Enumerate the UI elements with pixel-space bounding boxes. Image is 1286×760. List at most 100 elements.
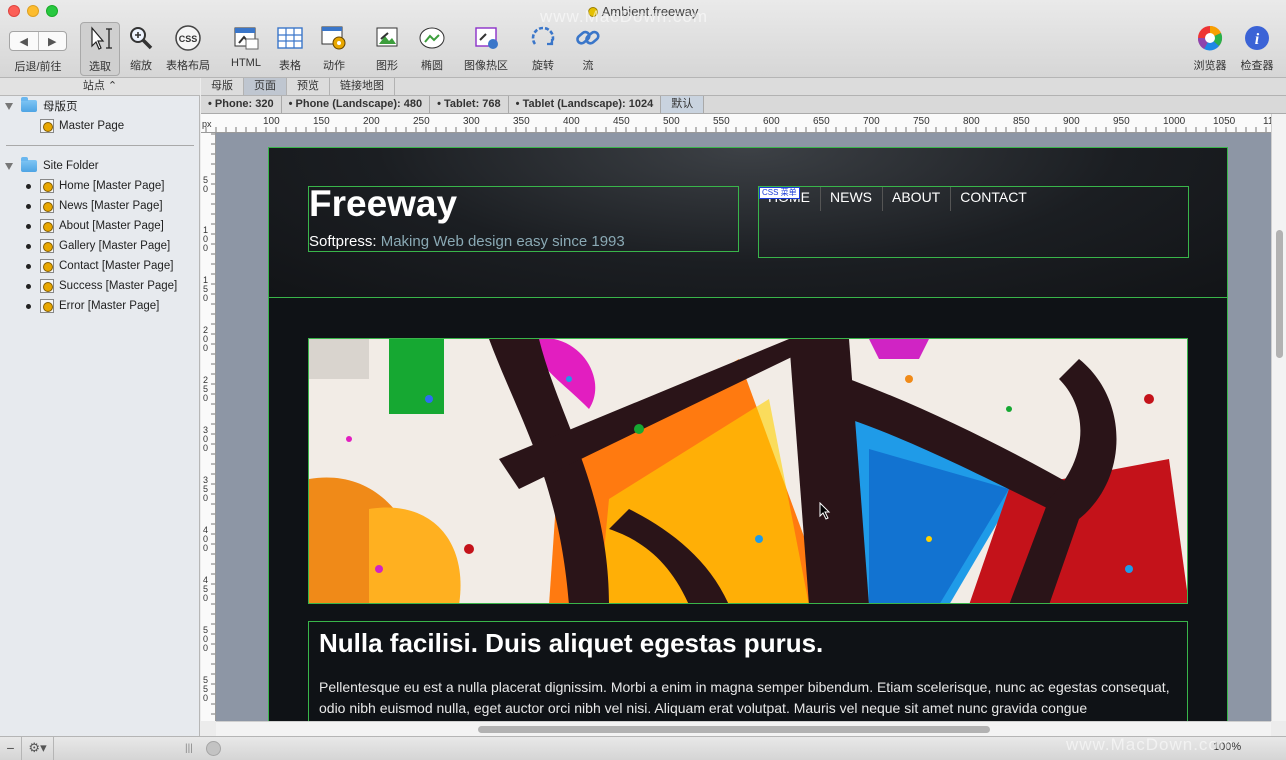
vertical-scroll-thumb[interactable] [1276,230,1283,358]
nav-news[interactable]: NEWS [821,187,883,211]
hero-image[interactable] [308,338,1188,604]
brand-tagline: Softpress: Making Web design easy since … [309,233,625,250]
disclosure-triangle-icon[interactable] [5,162,13,170]
breakpoint-phone[interactable]: • Phone: 320 [201,96,282,113]
arrow-cursor-icon [91,26,112,50]
tree-page-contact[interactable]: Contact [Master Page] [26,256,173,276]
page-icon [40,279,54,293]
gear-icon: ⚙ [28,740,41,755]
page-frame[interactable]: Freeway Softpress: Making Web design eas… [268,147,1228,721]
mouse-cursor-icon [819,502,831,520]
ruler-tick-label: 150 [203,275,208,303]
sidebar-divider [6,145,194,146]
rotate-tool[interactable]: 旋转 [524,22,562,76]
tree-master-page[interactable]: Master Page [40,116,124,136]
tree-page-gallery[interactable]: Gallery [Master Page] [26,236,170,256]
back-forward-control[interactable]: ◀ ▶ [9,31,67,51]
ruler-tick-label: 1100 [1263,116,1271,127]
bullet [26,243,31,249]
ruler-tick-label: 200 [203,325,208,353]
breakpoint-phone-landscape[interactable]: • Phone (Landscape): 480 [282,96,431,113]
back-icon[interactable]: ◀ [10,32,39,50]
disclosure-triangle-icon[interactable] [5,102,13,110]
page-label: Success [Master Page] [59,280,178,292]
ruler-tick-label: 500 [663,116,680,127]
select-tool[interactable]: 选取 [80,22,120,76]
page-label: News [Master Page] [59,200,163,212]
window-titlebar: Ambient.freeway www.MacDown.com ◀ ▶ 后退/前… [0,0,1286,78]
breakpoint-phone-landscape-label: Phone (Landscape): 480 [295,98,423,110]
tree-master-folder[interactable]: 母版页 [5,96,78,116]
content-heading: Nulla facilisi. Duis aliquet egestas pur… [319,628,824,658]
page-icon [40,259,54,273]
image-hotspot-tool[interactable]: 图像热区 [460,22,512,76]
inspector-tool[interactable]: i 检查器 [1236,22,1278,76]
table-tool[interactable]: 表格 [272,22,308,76]
css-menu-box[interactable]: HOME NEWS ABOUT CONTACT CSS 菜单 [758,186,1189,258]
page-label: About [Master Page] [59,220,164,232]
brand-name: Freeway [309,183,458,224]
tab-link-map[interactable]: 链接地图 [330,78,395,95]
content-box[interactable]: Nulla facilisi. Duis aliquet egestas pur… [308,621,1188,721]
tab-master[interactable]: 母版 [201,78,244,95]
html-tool[interactable]: HTML [225,22,267,76]
page-icon [40,299,54,313]
page-icon [40,119,54,133]
tree-page-error[interactable]: Error [Master Page] [26,296,159,316]
site-panel-header-text: 站点 [82,80,105,92]
ruler-tick-label: 100 [263,116,280,127]
rotate-tool-label: 旋转 [532,60,554,72]
horizontal-ruler-ticks: 100 150 200 250 300 350 400 450 500 550 600 650 700 7… [205,116,1271,132]
flow-tool[interactable]: 流 [570,22,606,76]
browser-tool[interactable]: 浏览器 [1188,22,1232,76]
design-canvas[interactable]: Freeway Softpress: Making Web design eas… [216,133,1271,721]
ellipse-icon [419,27,445,49]
action-tool-label: 动作 [323,60,345,72]
select-tool-label: 选取 [89,61,111,73]
ellipse-tool[interactable]: 椭圆 [414,22,450,76]
remove-button[interactable]: − [0,737,22,760]
html-item-icon [234,27,259,50]
ruler-tick-label: 350 [513,116,530,127]
vertical-scrollbar[interactable] [1271,114,1286,721]
tree-page-home[interactable]: Home [Master Page] [26,176,164,196]
action-icon [321,26,346,50]
breakpoint-default[interactable]: 默认 [661,96,705,113]
gear-menu-button[interactable]: ⚙▾ [22,737,54,760]
css-layout-tool[interactable]: CSS 表格布局 [163,22,213,76]
ruler-tick-label: 150 [313,116,330,127]
watermark-bottom: www.MacDown.com [1066,735,1235,754]
zoom-tool[interactable]: 缩放 [123,22,159,76]
nav-about[interactable]: ABOUT [883,187,952,211]
graphic-tool[interactable]: 图形 [368,22,406,76]
tree-page-news[interactable]: News [Master Page] [26,196,163,216]
bullet [26,283,31,289]
folder-icon [21,97,37,112]
site-panel-header[interactable]: 站点 ⌃ [0,78,200,96]
resize-grip-icon[interactable]: ||| [185,743,193,754]
breakpoint-tablet[interactable]: • Tablet: 768 [430,96,509,113]
globe-icon[interactable] [206,741,221,756]
back-forward-label: 后退/前往 [14,61,62,73]
page-icon [40,199,54,213]
breakpoint-tablet-landscape[interactable]: • Tablet (Landscape): 1024 [509,96,662,113]
vertical-ruler-ticks: 5 0 1 0 0 1 5 0 2 0 0 2 5 0 3 0 0 3 5 0 4 0 0 4 5 0 5 0 0 5 5 0 [203,133,215,715]
breakpoint-bar: • Phone: 320 • Phone (Landscape): 480 • … [201,96,1286,114]
tree-page-about[interactable]: About [Master Page] [26,216,164,236]
browser-tool-label: 浏览器 [1193,60,1227,72]
brand-box[interactable]: Freeway Softpress: Making Web design eas… [308,183,739,252]
tab-page[interactable]: 页面 [244,78,287,95]
tree-page-success[interactable]: Success [Master Page] [26,276,177,296]
horizontal-scroll-thumb[interactable] [478,726,990,733]
site-header[interactable]: Freeway Softpress: Making Web design eas… [269,148,1227,298]
forward-icon[interactable]: ▶ [39,32,67,50]
horizontal-scrollbar[interactable] [216,721,1271,736]
tree-site-folder[interactable]: Site Folder [5,156,99,176]
nav-contact[interactable]: CONTACT [951,187,1037,211]
tab-preview[interactable]: 预览 [287,78,330,95]
css-menu-badge: CSS 菜单 [759,187,800,199]
action-tool[interactable]: 动作 [314,22,354,76]
site-sidebar: 母版页 Master Page Site Folder Home [Master… [0,96,200,736]
view-tabs: 母版 页面 预览 链接地图 [201,78,1286,96]
back-forward-tool[interactable]: ◀ ▶ 后退/前往 [7,22,69,76]
